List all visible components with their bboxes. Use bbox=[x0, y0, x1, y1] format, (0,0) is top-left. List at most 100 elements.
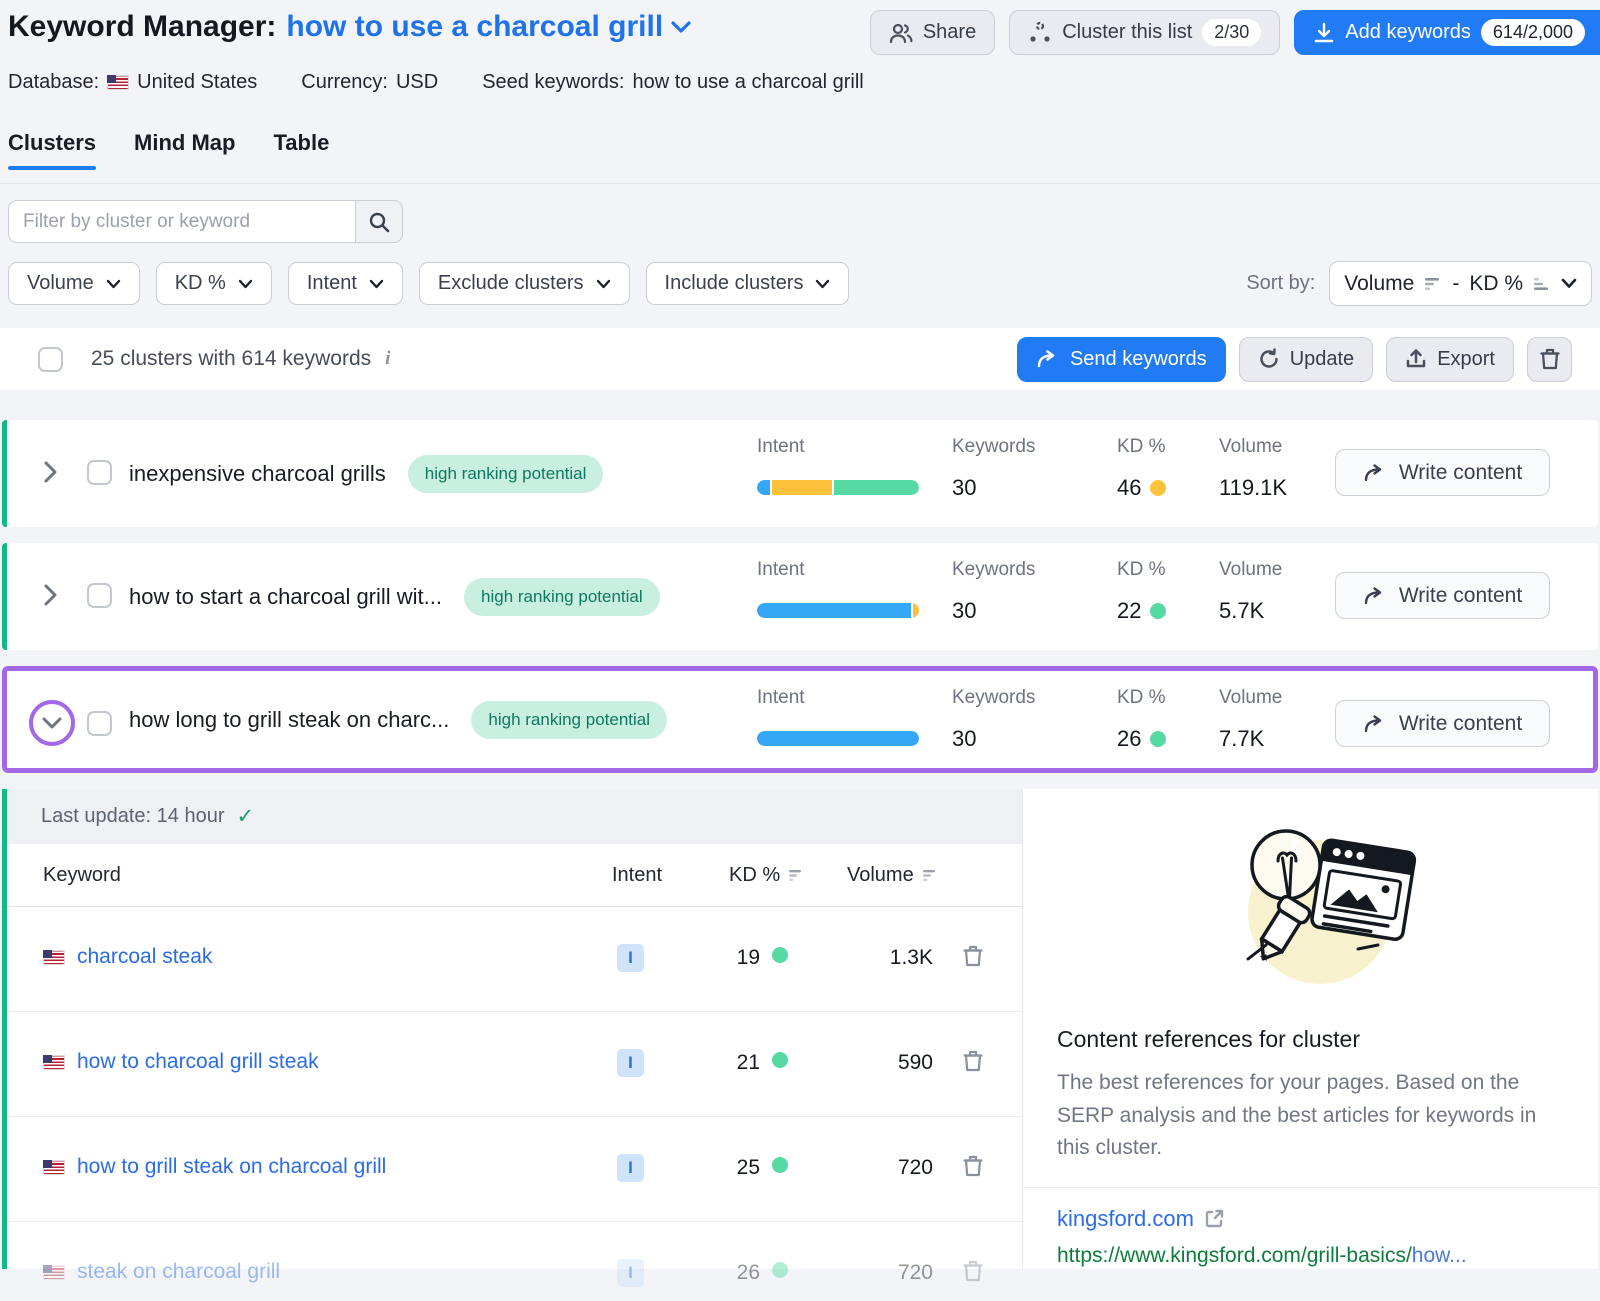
header: Keyword Manager: how to use a charcoal g… bbox=[0, 0, 1600, 55]
us-flag-icon bbox=[43, 1160, 65, 1175]
filter-include-clusters-dropdown[interactable]: Include clusters bbox=[646, 262, 850, 305]
cluster-checkbox[interactable] bbox=[87, 711, 112, 736]
chevron-down-icon bbox=[238, 279, 253, 289]
keyword-link[interactable]: steak on charcoal grill bbox=[43, 1260, 280, 1284]
keywords-table-header: Keyword Intent KD % Volume bbox=[7, 844, 1022, 907]
sort-by-label: Sort by: bbox=[1246, 272, 1315, 295]
volume-column: Volume 119.1K bbox=[1219, 436, 1287, 501]
delete-keyword-button[interactable] bbox=[962, 1258, 984, 1284]
intent-column: Intent bbox=[757, 436, 919, 495]
volume-value: 119.1K bbox=[1219, 475, 1287, 501]
cluster-checkbox[interactable] bbox=[87, 460, 112, 485]
tab-mind-map[interactable]: Mind Map bbox=[134, 130, 235, 170]
header-kd[interactable]: KD % bbox=[729, 864, 804, 887]
cluster-row-how-to-start-a-charcoal-grill: how to start a charcoal grill wit... hig… bbox=[2, 543, 1598, 650]
ranking-potential-badge: high ranking potential bbox=[408, 455, 604, 493]
header-intent: Intent bbox=[612, 864, 662, 887]
filter-kd-dropdown[interactable]: KD % bbox=[156, 262, 272, 305]
cluster-this-list-button[interactable]: Cluster this list 2/30 bbox=[1009, 10, 1280, 55]
delete-keyword-button[interactable] bbox=[962, 1153, 984, 1179]
write-content-button[interactable]: Write content bbox=[1335, 449, 1550, 496]
info-icon[interactable]: i bbox=[385, 348, 390, 370]
kd-difficulty-dot bbox=[772, 947, 788, 963]
references-title: Content references for cluster bbox=[1057, 1026, 1568, 1053]
delete-keyword-button[interactable] bbox=[962, 1048, 984, 1074]
sort-separator: - bbox=[1452, 272, 1459, 296]
intent-column: Intent bbox=[757, 687, 919, 746]
sort-primary-label: Volume bbox=[1344, 272, 1414, 296]
divider bbox=[1023, 1187, 1598, 1188]
cluster-name[interactable]: how to start a charcoal grill wit... bbox=[129, 584, 442, 610]
sort-icon bbox=[788, 869, 804, 882]
header-actions: Share Cluster this list 2/30 Add keyword… bbox=[870, 10, 1600, 55]
filter-volume-dropdown[interactable]: Volume bbox=[8, 262, 140, 305]
write-content-button[interactable]: Write content bbox=[1335, 700, 1550, 747]
tab-clusters[interactable]: Clusters bbox=[8, 130, 96, 170]
cluster-this-list-label: Cluster this list bbox=[1062, 21, 1192, 44]
header-volume[interactable]: Volume bbox=[847, 864, 938, 887]
update-button[interactable]: Update bbox=[1239, 337, 1374, 382]
kd-label: KD % bbox=[1117, 436, 1166, 458]
reference-url-highlight: how... bbox=[1412, 1244, 1467, 1267]
intent-informational-badge: I bbox=[617, 1154, 644, 1182]
filter-exclude-clusters-dropdown[interactable]: Exclude clusters bbox=[419, 262, 630, 305]
cluster-name[interactable]: inexpensive charcoal grills bbox=[129, 461, 386, 487]
tab-table[interactable]: Table bbox=[273, 130, 329, 170]
database-label: Database: bbox=[8, 71, 99, 94]
collapse-chevron-down-icon[interactable] bbox=[29, 700, 75, 746]
export-button[interactable]: Export bbox=[1386, 337, 1514, 382]
share-button[interactable]: Share bbox=[870, 10, 995, 55]
filter-intent-dropdown[interactable]: Intent bbox=[288, 262, 403, 305]
keywords-column: Keywords 30 bbox=[952, 436, 1035, 501]
add-keywords-button[interactable]: Add keywords 614/2,000 bbox=[1294, 10, 1600, 55]
us-flag-icon bbox=[107, 75, 129, 90]
delete-keyword-button[interactable] bbox=[962, 943, 984, 969]
keywords-count: 30 bbox=[952, 598, 1035, 624]
keyword-link[interactable]: how to charcoal grill steak bbox=[43, 1050, 319, 1074]
send-keywords-button[interactable]: Send keywords bbox=[1017, 337, 1226, 382]
cluster-row-how-long-to-grill-steak-selected: how long to grill steak on charc... high… bbox=[2, 666, 1598, 773]
chevron-down-icon bbox=[369, 279, 384, 289]
sort-by-select[interactable]: Volume - KD % bbox=[1329, 261, 1592, 306]
kd-label: KD % bbox=[1117, 687, 1166, 709]
filter-search-input[interactable] bbox=[8, 200, 355, 243]
keyword-row: charcoal steak I 19 1.3K bbox=[7, 907, 1022, 1012]
select-all-checkbox[interactable] bbox=[38, 347, 63, 372]
cluster-checkbox[interactable] bbox=[87, 583, 112, 608]
sort-ascending-icon bbox=[1533, 277, 1551, 291]
keywords-label: Keywords bbox=[952, 559, 1035, 581]
list-name-label: how to use a charcoal grill bbox=[286, 10, 663, 44]
keyword-link[interactable]: charcoal steak bbox=[43, 945, 212, 969]
keyword-text: charcoal steak bbox=[77, 945, 212, 969]
expanded-cluster-panel: Last update: 14 hour ✓ Keyword Intent KD… bbox=[2, 789, 1598, 1269]
intent-column: Intent bbox=[757, 559, 919, 618]
trash-icon bbox=[962, 1258, 984, 1284]
keyword-row: how to charcoal grill steak I 21 590 bbox=[7, 1012, 1022, 1117]
kd-difficulty-dot bbox=[1150, 731, 1166, 747]
header-keyword: Keyword bbox=[43, 864, 121, 887]
share-label: Share bbox=[923, 21, 976, 44]
delete-list-button[interactable] bbox=[1527, 337, 1572, 382]
reference-url[interactable]: https://www.kingsford.com/grill-basics/h… bbox=[1057, 1244, 1568, 1268]
intent-label: Intent bbox=[757, 559, 919, 581]
volume-value: 1.3K bbox=[825, 946, 933, 970]
cluster-list: inexpensive charcoal grills high ranking… bbox=[2, 420, 1598, 773]
cluster-name[interactable]: how long to grill steak on charc... bbox=[129, 707, 449, 733]
keyword-text: how to grill steak on charcoal grill bbox=[77, 1155, 386, 1179]
check-icon: ✓ bbox=[236, 804, 254, 829]
keyword-link[interactable]: how to grill steak on charcoal grill bbox=[43, 1155, 386, 1179]
write-content-button[interactable]: Write content bbox=[1335, 572, 1550, 619]
selection-actions: Send keywords Update Export bbox=[1017, 337, 1572, 382]
keywords-count: 30 bbox=[952, 726, 1035, 752]
filter-kd-label: KD % bbox=[175, 272, 226, 295]
intent-bar bbox=[757, 731, 919, 746]
reference-domain-link[interactable]: kingsford.com bbox=[1057, 1206, 1568, 1232]
list-name-dropdown[interactable]: how to use a charcoal grill bbox=[286, 10, 691, 44]
selection-toolbar: 25 clusters with 614 keywords i Send key… bbox=[0, 328, 1600, 390]
expand-chevron-right-icon[interactable] bbox=[43, 583, 58, 607]
search-button[interactable] bbox=[355, 200, 403, 243]
last-update-label: Last update: 14 hour bbox=[41, 805, 224, 828]
expand-chevron-right-icon[interactable] bbox=[43, 460, 58, 484]
volume-column: Volume 5.7K bbox=[1219, 559, 1282, 624]
chevron-down-icon bbox=[106, 279, 121, 289]
